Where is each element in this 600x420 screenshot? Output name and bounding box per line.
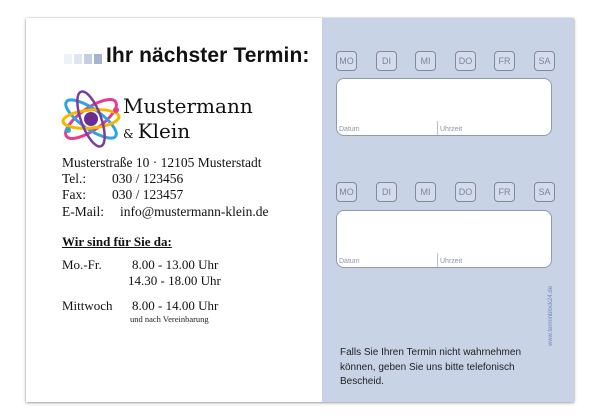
email-address: info@mustermann-klein.de	[120, 204, 269, 219]
brand-name-klein: Klein	[137, 119, 191, 143]
date-label-2: Datum	[339, 258, 360, 265]
weekday-sa-1[interactable]: SA	[534, 51, 555, 71]
hours-time-3: 8.00 - 14.00 Uhr	[132, 298, 219, 313]
brand-name-line2: & Klein	[123, 119, 190, 143]
weekday-do-1[interactable]: DO	[455, 51, 476, 71]
fax-label: Fax:	[62, 187, 87, 202]
appointment-field-1[interactable]: Datum Uhrzeit	[336, 78, 552, 136]
brand-name-line1: Mustermann	[123, 94, 253, 118]
date-label-1: Datum	[339, 126, 360, 133]
weekday-sa-2[interactable]: SA	[534, 182, 555, 202]
time-label-2: Uhrzeit	[440, 258, 463, 265]
website-credit: www.terminblock24.de	[548, 285, 554, 346]
weekday-di-2[interactable]: DI	[376, 182, 397, 202]
appointment-card: Ihr nächster Termin: Mustermann & Klein M…	[26, 18, 574, 402]
weekday-di-1[interactable]: DI	[376, 51, 397, 71]
email-row: E-Mail: info@mustermann-klein.de	[62, 204, 269, 220]
field-divider-2	[437, 253, 438, 267]
weekday-mo-1[interactable]: MO	[336, 51, 357, 71]
atom-logo-icon	[58, 86, 128, 148]
weekday-row-2: MO DI MI DO FR SA	[322, 182, 574, 202]
cancellation-notice: Falls Sie Ihren Termin nicht wahrnehmen …	[340, 347, 522, 387]
appointment-heading: Ihr nächster Termin:	[106, 44, 310, 67]
weekday-row-1: MO DI MI DO FR SA	[322, 51, 574, 71]
weekday-do-2[interactable]: DO	[455, 182, 476, 202]
fax-row: Fax: 030 / 123457	[62, 187, 183, 203]
email-label: E-Mail:	[62, 204, 104, 219]
hours-day-1: Mo.-Fr.	[62, 257, 102, 272]
phone-label: Tel.:	[62, 171, 87, 186]
weekday-fr-2[interactable]: FR	[494, 182, 515, 202]
weekday-mi-2[interactable]: MI	[415, 182, 436, 202]
address-street: Musterstraße 10 · 12105 Musterstadt	[62, 155, 262, 170]
appointment-field-2[interactable]: Datum Uhrzeit	[336, 210, 552, 268]
appointment-panel: MO DI MI DO FR SA Datum Uhrzeit MO DI MI…	[322, 18, 574, 402]
opening-hours-title: Wir sind für Sie da:	[62, 234, 172, 249]
field-divider-1	[437, 121, 438, 135]
phone-number: 030 / 123456	[112, 171, 184, 186]
fax-number: 030 / 123457	[112, 187, 184, 202]
brand-ampersand: &	[123, 127, 134, 141]
hours-note: und nach Vereinbarung	[130, 314, 209, 324]
hours-time-2: 14.30 - 18.00 Uhr	[128, 273, 221, 288]
practice-info-panel: Ihr nächster Termin: Mustermann & Klein M…	[26, 18, 322, 402]
weekday-fr-1[interactable]: FR	[494, 51, 515, 71]
weekday-mo-2[interactable]: MO	[336, 182, 357, 202]
hours-time-1: 8.00 - 13.00 Uhr	[132, 257, 219, 272]
phone-row: Tel.: 030 / 123456	[62, 171, 183, 187]
weekday-mi-1[interactable]: MI	[415, 51, 436, 71]
hours-day-3: Mittwoch	[62, 298, 113, 313]
time-label-1: Uhrzeit	[440, 126, 463, 133]
